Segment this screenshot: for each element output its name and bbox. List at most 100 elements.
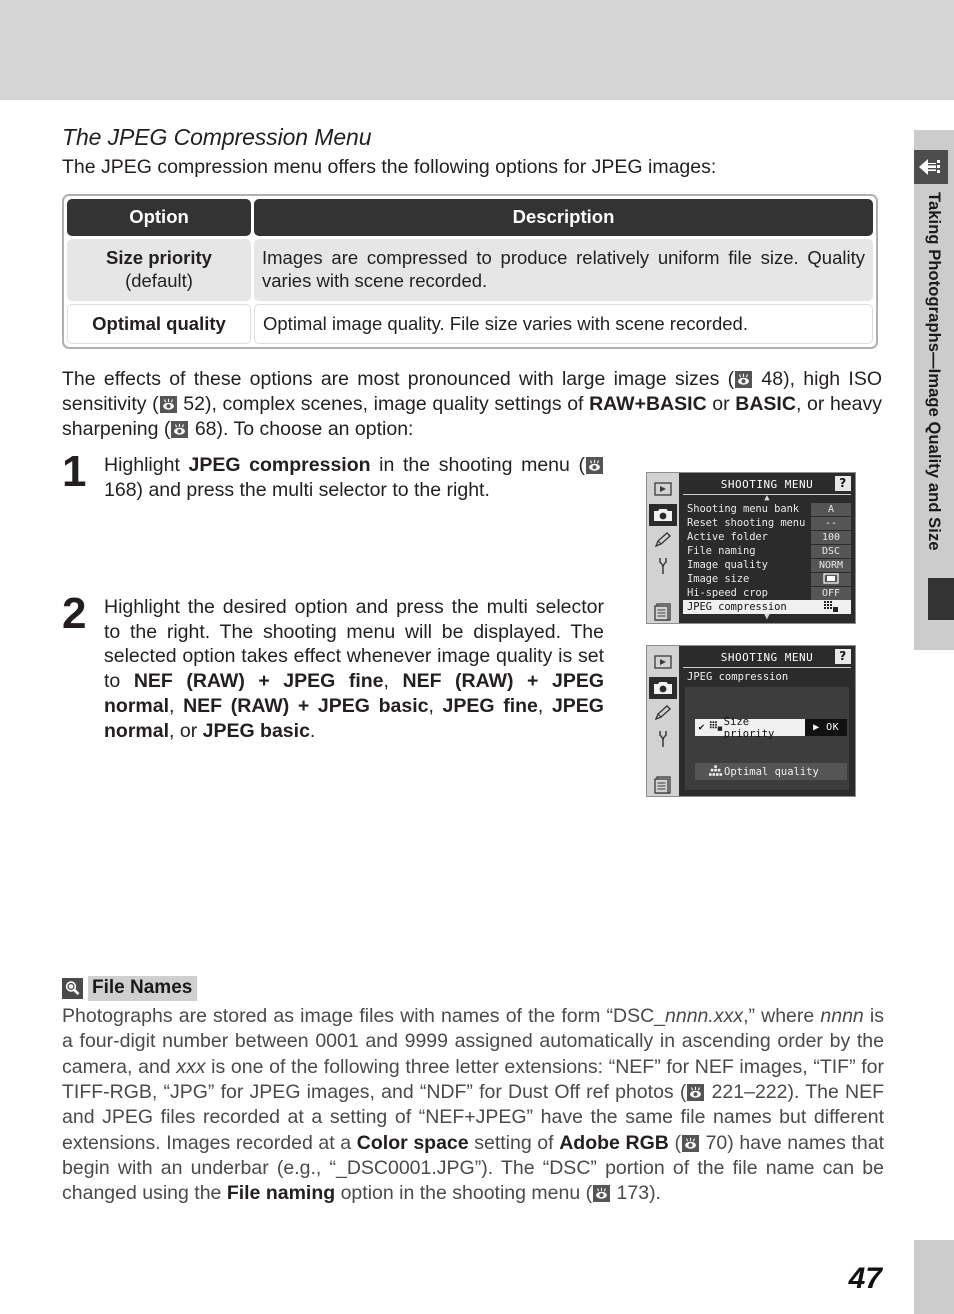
camera-icon[interactable] — [649, 676, 677, 700]
note-text-6: setting of — [468, 1131, 560, 1154]
jpeg-compression-options-table: Option Description Size priority (defaul… — [62, 193, 878, 350]
menu-item-hi-speed-crop[interactable]: Hi-speed crop OFF — [683, 586, 851, 600]
note-ref-3: 173 — [616, 1182, 650, 1205]
note-bold-2: Adobe RGB — [559, 1131, 669, 1154]
option-name: Optimal quality — [92, 312, 226, 334]
table-cell-option: Optimal quality — [67, 303, 251, 345]
size-priority-icon — [708, 721, 724, 734]
page-ref-eye-icon — [687, 1084, 705, 1102]
step-1-text-3: ) and press the multi selector to the ri… — [136, 479, 490, 502]
menu-item-value: DSC — [811, 544, 851, 558]
ok-button-label: OK — [826, 722, 840, 733]
menu-item-value: OFF — [811, 586, 851, 600]
note-italic-1: nnnn.xxx — [665, 1005, 744, 1027]
help-icon[interactable]: ? — [835, 476, 851, 491]
choice-row-optimal-quality[interactable]: Optimal quality — [695, 763, 847, 780]
note-ref-2: 70 — [705, 1131, 728, 1154]
lcd1-title-text: SHOOTING MENU — [720, 478, 814, 491]
choice-label: Optimal quality — [724, 765, 819, 778]
step-1-text-2: in the shooting menu ( — [370, 454, 585, 477]
choice-optimal-quality[interactable]: Optimal quality — [695, 763, 847, 780]
note-body: Photographs are stored as image files wi… — [62, 1004, 884, 1207]
step-2-bold-6: JPEG basic — [202, 719, 310, 742]
step-2-sep-5: , or — [169, 719, 203, 742]
page-ref-eye-icon — [586, 457, 603, 475]
ok-button[interactable]: ▶ OK — [805, 719, 847, 736]
note-header: File Names — [62, 976, 884, 1001]
note-text-9: option in the shooting menu ( — [335, 1182, 593, 1205]
menu-item-image-quality[interactable]: Image quality NORM — [683, 558, 851, 572]
effects-text-1: The effects of these options are most pr… — [62, 368, 735, 391]
step-2-sep-4: , — [537, 694, 552, 717]
note-title: File Names — [88, 976, 198, 1001]
note-text-1: Photographs are stored as image files wi… — [62, 1005, 666, 1027]
menu-item-reset-shooting-menu[interactable]: Reset shooting menu -- — [683, 516, 851, 530]
file-names-note: File Names Photographs are stored as ima… — [62, 976, 884, 1207]
menu-item-label: JPEG compression — [687, 601, 787, 613]
magnifier-icon — [62, 978, 83, 999]
playback-icon[interactable] — [649, 478, 677, 501]
menu-item-label: Image quality — [687, 559, 768, 571]
step-2-bold-4: JPEG fine — [442, 694, 538, 717]
lcd1-row-list: Shooting menu bank A Reset shooting menu… — [683, 502, 851, 614]
choice-size-priority[interactable]: ✔ Size priority ▶ OK — [695, 716, 847, 740]
lcd2-subtitle: JPEG compression — [687, 671, 789, 683]
note-bold-1: Color space — [356, 1131, 469, 1154]
lcd1-title: SHOOTING MENU ? — [683, 476, 851, 495]
lcd2-title: SHOOTING MENU ? — [683, 649, 851, 668]
page-top-band — [0, 0, 954, 100]
step-2-bold-1: NEF (RAW) + JPEG fine — [133, 670, 384, 693]
optimal-quality-icon — [708, 764, 724, 779]
table-header-description: Description — [254, 198, 873, 236]
lcd1-sidebar — [647, 473, 679, 623]
menu-item-label: Hi-speed crop — [687, 587, 768, 599]
page-ref-eye-icon — [593, 1185, 611, 1203]
lcd2-choice-panel: ✔ Size priority ▶ OK Optimal quality — [685, 687, 849, 790]
menu-item-file-naming[interactable]: File naming DSC — [683, 544, 851, 558]
wrench-icon[interactable] — [649, 555, 677, 578]
page-ref-eye-icon — [735, 371, 753, 389]
step-2-sep-3: , — [428, 694, 443, 717]
help-icon[interactable]: ? — [835, 649, 851, 664]
scroll-up-indicator: ▲ — [764, 493, 770, 503]
menu-item-value: NORM — [811, 558, 851, 572]
pencil-icon[interactable] — [649, 529, 677, 552]
lcd2-sidebar — [647, 646, 679, 796]
step-1-number: 1 — [62, 447, 87, 497]
menu-item-shooting-menu-bank[interactable]: Shooting menu bank A — [683, 502, 851, 516]
image-size-icon — [811, 572, 851, 586]
scroll-down-indicator: ▼ — [764, 612, 770, 622]
recent-settings-icon[interactable] — [649, 773, 677, 796]
menu-item-label: Active folder — [687, 531, 768, 543]
step-1-bold-1: JPEG compression — [188, 454, 371, 477]
wrench-icon[interactable] — [649, 728, 677, 751]
menu-item-active-folder[interactable]: Active folder 100 — [683, 530, 851, 544]
table-header-option: Option — [67, 198, 251, 236]
step-2-sep-1: , — [383, 670, 403, 693]
pencil-icon[interactable] — [649, 702, 677, 725]
step-2-bold-3: NEF (RAW) + JPEG basic — [183, 694, 429, 717]
page-ref-eye-icon — [171, 420, 189, 438]
choice-row-size-priority[interactable]: ✔ Size priority ▶ OK — [695, 716, 847, 740]
choice-label: Size priority — [723, 715, 775, 740]
effects-text-3: ), complex scenes, image quality setting… — [205, 392, 590, 415]
note-bold-3: File naming — [226, 1182, 336, 1205]
recent-settings-icon[interactable] — [649, 600, 677, 623]
checkmark-icon: ✔ — [698, 722, 705, 733]
step-2-text-end: . — [309, 719, 316, 742]
page-bottom-strip — [914, 1240, 954, 1314]
effects-paragraph: The effects of these options are most pr… — [62, 367, 882, 441]
playback-icon[interactable] — [649, 651, 677, 674]
page-number: 47 — [848, 1262, 882, 1295]
camera-icon[interactable] — [649, 503, 677, 527]
step-2-number: 2 — [62, 588, 87, 638]
step-1-text: Highlight JPEG compression in the shooti… — [104, 453, 604, 503]
page-title: The JPEG Compression Menu — [62, 124, 372, 150]
effects-bold-1: RAW+BASIC — [589, 392, 707, 415]
effects-bold-2: BASIC — [735, 392, 796, 415]
page-thumb-tab — [928, 578, 954, 620]
chapter-side-tab-label: Taking Photographs—Image Quality and Siz… — [914, 192, 954, 642]
camera-lcd-shooting-menu: SHOOTING MENU ? ▲ Shooting menu bank A R… — [646, 472, 856, 624]
menu-item-image-size[interactable]: Image size — [683, 572, 851, 586]
lcd2-title-text: SHOOTING MENU — [720, 651, 814, 664]
